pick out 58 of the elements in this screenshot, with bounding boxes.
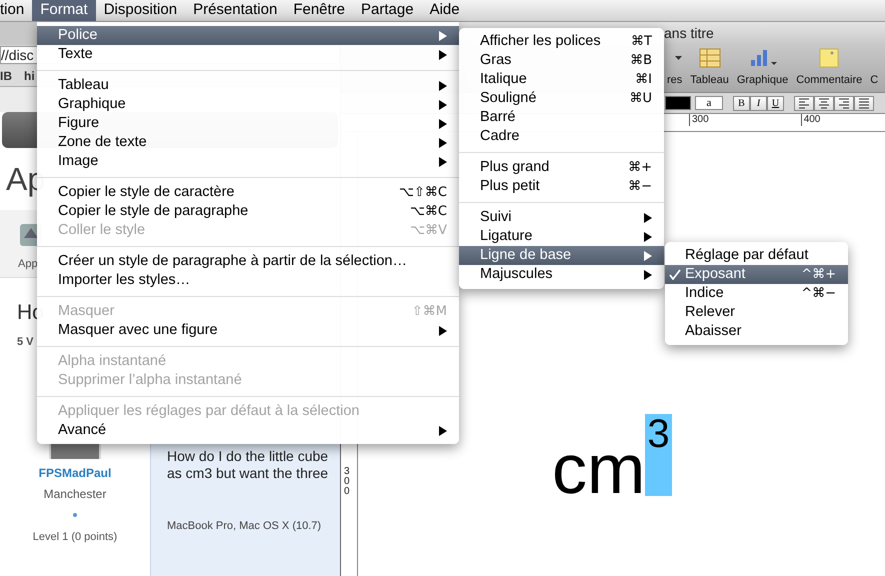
menu-item[interactable]: Texte	[37, 45, 459, 64]
toolbar-button[interactable]: C	[870, 52, 878, 88]
menu-item[interactable]: Réglage par défaut	[665, 246, 848, 265]
superscript-text: 3	[645, 414, 672, 496]
author-name[interactable]: FPSMadPaul	[38, 464, 112, 482]
menu-item[interactable]: Importer les styles…	[37, 271, 459, 290]
menu-item[interactable]: Tableau	[37, 76, 459, 95]
style-button[interactable]: B	[733, 96, 750, 110]
menu-item[interactable]: Exposant ^⌘+	[665, 265, 848, 284]
toolbar-button[interactable]: Graphique	[736, 48, 788, 88]
style-button[interactable]: U	[767, 96, 784, 110]
ruler-label: 400	[800, 114, 820, 126]
menu-bar-item[interactable]: tion	[0, 0, 32, 21]
author-level: Level 1 (0 points)	[32, 530, 118, 545]
menu-item[interactable]: Plus petit ⌘−	[459, 177, 664, 196]
menu-item[interactable]: Ligature	[459, 227, 664, 246]
menu-item[interactable]: Barré	[459, 108, 664, 127]
menu-item[interactable]: Suivi	[459, 208, 664, 227]
menu-item[interactable]: Graphique	[37, 95, 459, 114]
menu-bar-item[interactable]: Disposition	[96, 0, 186, 21]
menu-item[interactable]: Cadre	[459, 127, 664, 146]
menu-item[interactable]: Avancé	[37, 421, 459, 440]
menu-item[interactable]: Police	[37, 26, 459, 45]
style-button[interactable]: I	[750, 96, 767, 110]
view-count: 5 V	[17, 334, 34, 350]
menu-item[interactable]: Figure	[37, 114, 459, 133]
ruler-label: 300	[689, 114, 709, 126]
bookmark-item[interactable]: hi	[24, 66, 35, 84]
toolbar-button[interactable]: Tableau	[690, 48, 729, 88]
highlight-swatch[interactable]: a	[695, 96, 723, 110]
menu-item[interactable]: Copier le style de paragraphe ⌥⌘C	[37, 202, 459, 221]
menu-bar-item[interactable]: Aide	[422, 0, 468, 21]
menu-item[interactable]: Majuscules	[459, 265, 664, 284]
toolbar-button[interactable]: res	[667, 56, 682, 88]
menu-item[interactable]: Souligné ⌘U	[459, 89, 664, 108]
toolbar-button[interactable]: Commentaire	[796, 48, 862, 88]
menu-bar-item[interactable]: Format	[32, 0, 96, 21]
menu-item[interactable]: Indice ^⌘−	[665, 284, 848, 303]
menu-item[interactable]: Relever	[665, 303, 848, 322]
menu-bar-item[interactable]: Fenêtre	[285, 0, 354, 21]
menu-bar-item[interactable]: Présentation	[185, 0, 286, 21]
menu-item[interactable]: Italique ⌘I	[459, 70, 664, 89]
menu-item[interactable]: Plus grand ⌘+	[459, 158, 664, 177]
menu-bar-item[interactable]: Partage	[353, 0, 422, 21]
menu-item[interactable]: Zone de texte	[37, 133, 459, 152]
menu-item[interactable]: Abaisser	[665, 322, 848, 341]
document-text: cm	[552, 436, 646, 502]
menu-item[interactable]: Créer un style de paragraphe à partir de la sélection…	[37, 252, 459, 271]
bookmark-item[interactable]: IB	[0, 66, 12, 84]
post-text: How do I do the little cube	[167, 448, 330, 465]
window-title: ans titre	[664, 24, 714, 43]
menu-item[interactable]: Afficher les polices ⌘T	[459, 32, 664, 51]
device-info: MacBook Pro, Mac OS X (10.7)	[167, 519, 322, 534]
ruler-label: 300	[344, 467, 351, 497]
menu-item[interactable]: Gras ⌘B	[459, 51, 664, 70]
menu-item[interactable]: Ligne de base	[459, 246, 664, 265]
post-text: as cm3 but want the three	[167, 465, 330, 482]
author-location: Manchester	[44, 486, 106, 503]
